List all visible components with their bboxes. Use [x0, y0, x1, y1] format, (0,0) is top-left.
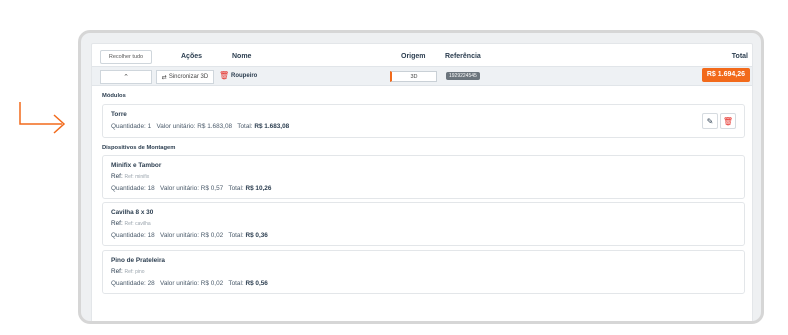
device-ref: Ref: Ref: pino	[111, 268, 145, 275]
device-name: Minifix e Tambor	[111, 162, 162, 169]
device-card: Minifix e Tambor Ref: Ref: minifix Quant…	[102, 155, 745, 199]
edit-button[interactable]: ✎	[702, 113, 718, 129]
device-ref: Ref: Ref: minifix	[111, 173, 150, 180]
origin-badge: 3D	[390, 71, 437, 82]
reference-badge: 1929224545	[446, 72, 480, 80]
device-details: Quantidade: 28 Valor unitário: R$ 0,02 T…	[111, 280, 268, 287]
sync-3d-button[interactable]: ⇄ Sincronizar 3D	[156, 70, 214, 84]
section-title-modules: Módulos	[102, 93, 126, 99]
arrow-return-icon	[19, 102, 66, 134]
header-origin: Origem	[401, 53, 426, 60]
header-name: Nome	[232, 53, 252, 60]
section-title-devices: Dispositivos de Montagem	[102, 145, 176, 151]
module-name: Torre	[111, 111, 127, 118]
device-ref: Ref: Ref: cavilha	[111, 220, 151, 227]
module-details: Quantidade: 1 Valor unitário: R$ 1.683,0…	[111, 123, 290, 130]
sync-label: Sincronizar 3D	[168, 74, 209, 80]
header-total: Total	[731, 53, 748, 60]
module-card: Torre Quantidade: 1 Valor unitário: R$ 1…	[102, 104, 745, 138]
window-frame: Recolher tudo Ações Nome Origem Referênc…	[78, 30, 764, 324]
table-header: Recolher tudo Ações Nome Origem Referênc…	[92, 44, 752, 66]
device-details: Quantidade: 18 Valor unitário: R$ 0,57 T…	[111, 185, 272, 192]
device-details: Quantidade: 18 Valor unitário: R$ 0,02 T…	[111, 232, 268, 239]
delete-button[interactable]: 🗑	[720, 113, 736, 129]
expand-toggle-button[interactable]: ⌃	[100, 70, 152, 84]
total-badge: R$ 1.694,26	[701, 68, 750, 82]
collapse-all-button[interactable]: Recolher tudo	[100, 50, 152, 64]
edit-icon: ✎	[706, 116, 714, 126]
header-reference: Referência	[445, 53, 481, 60]
chevron-up-icon: ⌃	[123, 74, 129, 81]
device-name: Cavilha 8 x 30	[111, 209, 154, 216]
table-row: ⌃ ⇄ Sincronizar 3D 🗑 Roupeiro 3D 1929224…	[92, 66, 752, 86]
trash-icon[interactable]: 🗑	[219, 71, 229, 80]
device-name: Pino de Prateleira	[111, 257, 165, 264]
device-card: Cavilha 8 x 30 Ref: Ref: cavilha Quantid…	[102, 202, 745, 246]
sync-icon: ⇄	[161, 74, 167, 81]
trash-icon: 🗑	[722, 116, 734, 126]
product-panel: Recolher tudo Ações Nome Origem Referênc…	[91, 43, 753, 321]
device-card: Pino de Prateleira Ref: Ref: pino Quanti…	[102, 250, 745, 294]
header-actions: Ações	[181, 53, 203, 60]
product-name: Roupeiro	[231, 73, 258, 79]
